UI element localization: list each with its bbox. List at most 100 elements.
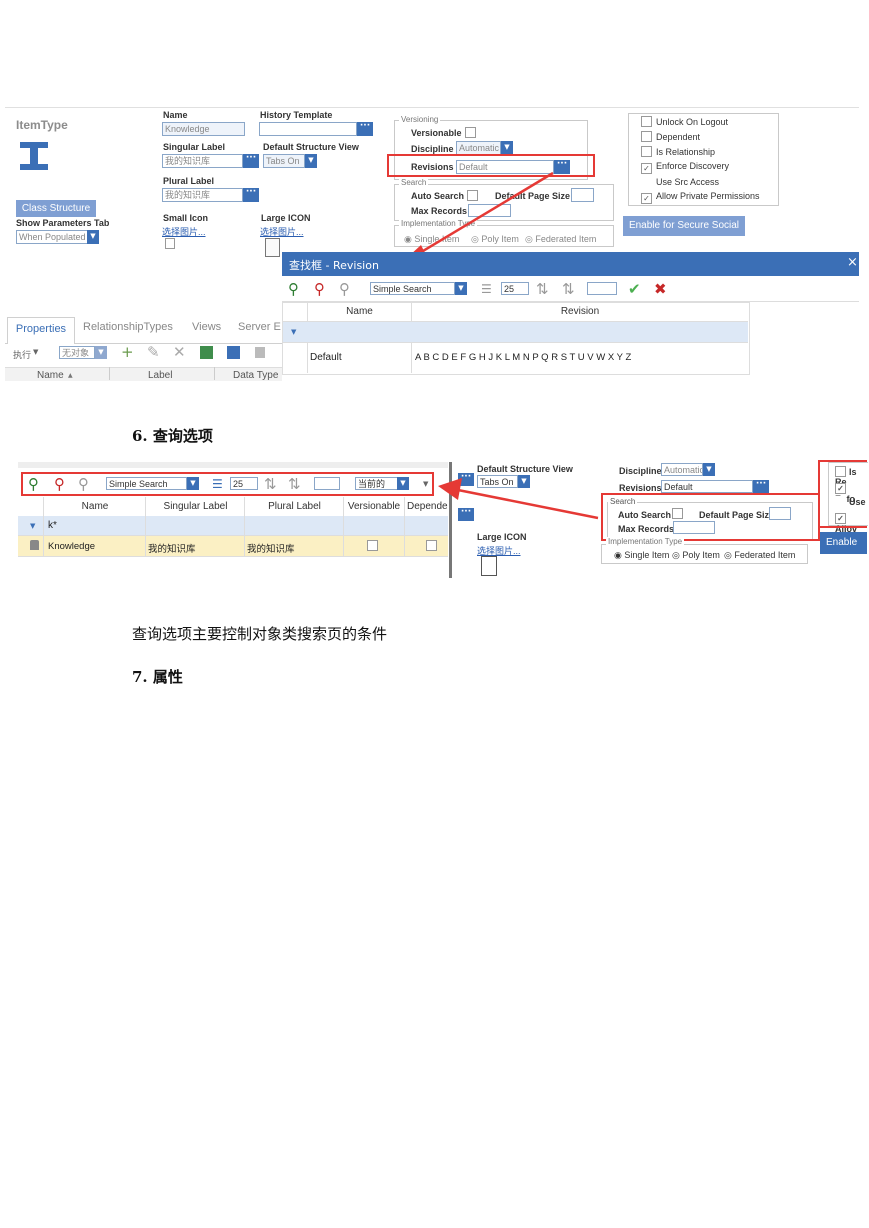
impl-federated-label: Federated Item — [734, 550, 796, 560]
chevron-down-icon[interactable]: ▼ — [455, 282, 467, 295]
results-col-singular[interactable]: Singular Label — [146, 501, 245, 512]
filter-name-value[interactable]: k* — [48, 520, 57, 531]
dialog-title: 查找框 - Revision — [289, 259, 379, 272]
class-structure-button[interactable]: Class Structure — [16, 200, 96, 217]
delete-icon[interactable]: ✕ — [173, 344, 186, 360]
option-is-relationship[interactable]: Is Relationship — [641, 146, 715, 157]
default-structure-view-select[interactable]: Tabs On — [263, 154, 305, 168]
option-enforce-discovery[interactable]: ✓ Enforce Discovery — [641, 161, 729, 174]
results-col-plural[interactable]: Plural Label — [245, 501, 344, 512]
search-mode-select[interactable]: Simple Search — [370, 282, 455, 295]
impl-single-radio[interactable]: ◉ Single Item — [614, 550, 669, 561]
excel-icon[interactable] — [200, 346, 213, 359]
default-page-size-field[interactable] — [571, 188, 594, 202]
results-col-versionable[interactable]: Versionable — [344, 501, 404, 512]
grid-col-name[interactable]: Name — [37, 370, 64, 381]
saved-search-icon[interactable]: ⚲ — [339, 281, 350, 297]
option-label: Enforce Discovery — [656, 161, 730, 171]
chevron-down-icon[interactable]: ▼ — [87, 230, 99, 244]
results-col-name[interactable]: Name — [44, 501, 146, 512]
enable-secure-social-button[interactable]: Enable fo — [820, 532, 867, 570]
document-icon — [481, 556, 497, 576]
option-label: Unlock On Logout — [656, 117, 729, 127]
pick-icon[interactable]: ✎ — [147, 344, 160, 360]
enable-secure-social-button[interactable]: Enable for Secure Social — [623, 216, 745, 236]
lock-icon[interactable] — [255, 347, 265, 358]
option-label: Is Relationship — [656, 147, 716, 157]
itemtype-icon — [20, 142, 48, 170]
add-row-icon[interactable]: + — [121, 344, 134, 360]
discipline-label: Discipline — [411, 144, 454, 154]
revisions-field[interactable]: Default — [661, 480, 753, 493]
plural-field[interactable]: 我的知识库 — [162, 188, 243, 202]
large-icon-link[interactable]: 选择图片... — [260, 225, 304, 238]
tab-views[interactable]: Views — [192, 321, 221, 333]
impl-poly-radio[interactable]: ◎ Poly Item — [672, 550, 720, 561]
itemtype-title: ItemType — [16, 118, 68, 132]
chevron-down-icon[interactable]: ▼ — [305, 154, 317, 168]
row-dependent-checkbox[interactable] — [426, 540, 437, 551]
option-allow-private-permissions[interactable]: ✓ Allow Private Permissions — [641, 191, 760, 204]
sort-ascending-icon: ▲ — [68, 372, 73, 379]
filter-caret-icon: ▼ — [291, 328, 297, 336]
chevron-down-icon[interactable]: ▼ — [501, 141, 513, 155]
section-7-heading: 7. 属性 — [132, 668, 183, 686]
singular-field[interactable]: 我的知识库 — [162, 154, 243, 168]
history-template-ellipsis-button[interactable]: ··· — [357, 122, 373, 136]
dialog-col-name[interactable]: Name — [308, 306, 411, 317]
show-parameters-tab-select[interactable]: When Populated — [16, 230, 88, 244]
no-object-select[interactable]: 无对象 — [59, 346, 95, 359]
execute-menu[interactable]: 执行 — [13, 348, 31, 361]
row-singular[interactable]: 我的知识库 — [148, 541, 196, 555]
dialog-col-revision[interactable]: Revision — [412, 306, 748, 317]
grid-col-datatype[interactable]: Data Type — [233, 370, 278, 381]
run-search-icon[interactable]: ⚲ — [288, 281, 299, 297]
word-icon[interactable] — [227, 346, 240, 359]
name-field[interactable]: Knowledge — [162, 122, 245, 136]
results-filter-row[interactable] — [18, 516, 448, 536]
tab-relationshiptypes[interactable]: RelationshipTypes — [83, 321, 173, 333]
chevron-down-icon[interactable]: ▼ — [703, 463, 715, 476]
history-template-field[interactable] — [259, 122, 357, 136]
clear-search-icon[interactable]: ⚲ — [314, 281, 325, 297]
chevron-down-icon[interactable]: ▼ — [95, 346, 107, 359]
small-icon-link[interactable]: 选择图片... — [162, 225, 206, 238]
tab-properties[interactable]: Properties — [7, 317, 75, 344]
option-unlock-on-logout[interactable]: Unlock On Logout — [641, 116, 728, 127]
grid-divider — [343, 497, 344, 556]
discipline-label: Discipline — [619, 466, 662, 476]
discipline-select[interactable]: Automatic — [456, 141, 501, 155]
close-icon[interactable]: × — [847, 255, 858, 270]
plural-ellipsis-button[interactable]: ··· — [243, 188, 259, 202]
versioning-legend: Versioning — [399, 115, 441, 124]
versionable-checkbox[interactable] — [465, 127, 476, 138]
grid-divider — [404, 497, 405, 556]
lock-icon — [30, 540, 39, 550]
page-size-field[interactable]: 25 — [501, 282, 529, 295]
grid-divider — [145, 497, 146, 556]
impl-federated-radio[interactable]: ◎ Federated Item — [724, 550, 795, 561]
page-size-icon: ☰ — [481, 282, 492, 296]
row-plural[interactable]: 我的知识库 — [247, 541, 295, 555]
screenshot-search-options: ⚲ ⚲ ⚲ Simple Search ▼ ☰ 25 ⇅ ⇅ 当前的 ▼ ▼ N… — [18, 460, 868, 580]
sort-ascending-icon[interactable]: ⇅ — [536, 281, 549, 297]
grid-col-label[interactable]: Label — [148, 370, 172, 381]
chevron-down-icon[interactable]: ▼ — [33, 348, 38, 356]
dialog-filter-row[interactable] — [283, 321, 748, 343]
row-name[interactable]: Knowledge — [48, 541, 95, 552]
name-label: Name — [163, 110, 188, 120]
tab-server-events[interactable]: Server E — [238, 321, 281, 333]
row-versionable-checkbox[interactable] — [367, 540, 378, 551]
dialog-row-name[interactable]: Default — [310, 352, 342, 363]
max-results-field[interactable] — [587, 282, 617, 295]
singular-ellipsis-button[interactable]: ··· — [243, 154, 259, 168]
discipline-select[interactable]: Automatic — [661, 463, 703, 476]
confirm-check-icon[interactable]: ✔ — [628, 281, 641, 297]
option-use-src-access[interactable]: Use Src Access — [641, 176, 719, 187]
revisions-ellipsis-button[interactable]: ··· — [753, 480, 769, 493]
cancel-x-icon[interactable]: ✖ — [654, 281, 667, 297]
sort-descending-icon[interactable]: ⇅ — [562, 281, 575, 297]
option-dependent[interactable]: Dependent — [641, 131, 700, 142]
large-icon-label: Large ICON — [261, 213, 311, 223]
dialog-row-revision[interactable]: A B C D E F G H J K L M N P Q R S T U V … — [415, 352, 631, 363]
